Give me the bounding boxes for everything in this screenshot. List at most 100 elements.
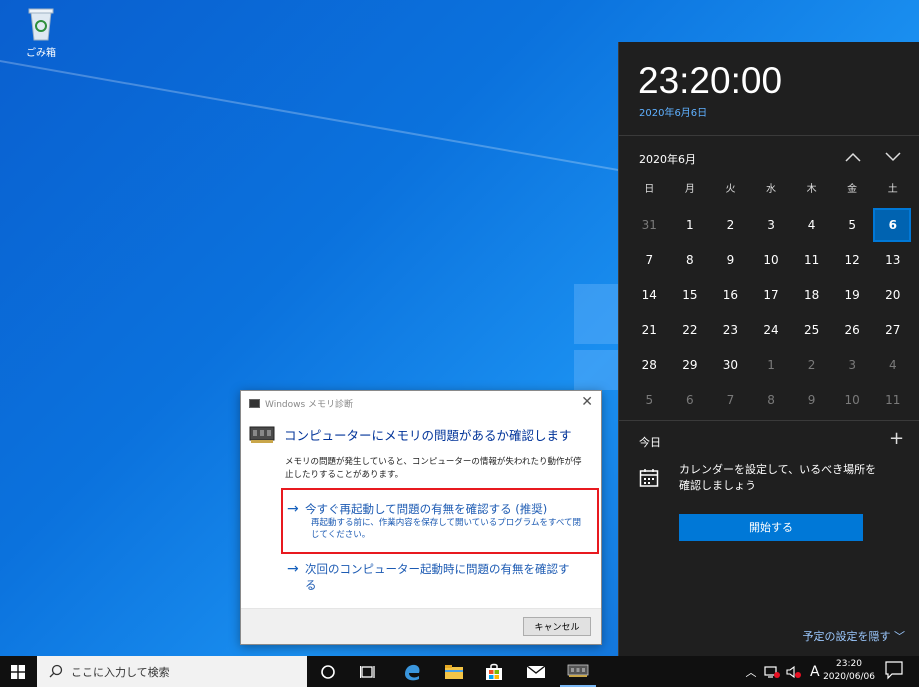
recycle-bin-label: ごみ箱 (26, 48, 56, 59)
calendar-day[interactable]: 15 (670, 278, 711, 313)
calendar-day[interactable]: 20 (872, 278, 913, 313)
calendar-day[interactable]: 3 (751, 208, 792, 243)
calendar-day[interactable]: 7 (710, 383, 751, 418)
calendar-day[interactable]: 9 (791, 383, 832, 418)
calendar-day[interactable]: 25 (791, 313, 832, 348)
calendar-day[interactable]: 2 (710, 208, 751, 243)
calendar-day[interactable]: 31 (629, 208, 670, 243)
show-hidden-icons-chevron-icon[interactable]: ︿ (742, 664, 760, 680)
calendar-day[interactable]: 17 (751, 278, 792, 313)
taskbar-clock[interactable]: 23:20 2020/06/06 (818, 658, 880, 684)
calendar-day-number: 3 (848, 358, 856, 372)
calendar-month-label[interactable]: 2020年6月 (639, 151, 696, 167)
dialog-header: コンピューターにメモリの問題があるか確認します (241, 415, 601, 444)
calendar-day-number: 26 (844, 323, 860, 337)
calendar-day[interactable]: 5 (629, 383, 670, 418)
action-center-icon[interactable] (884, 660, 904, 680)
calendar-day[interactable]: 16 (710, 278, 751, 313)
search-placeholder: ここに入力して検索 (71, 666, 170, 679)
weekday-label: 土 (887, 184, 898, 195)
calendar-day[interactable]: 7 (629, 243, 670, 278)
system-tray: ︿ A (742, 656, 820, 687)
task-view-button[interactable] (350, 656, 386, 687)
calendar-day[interactable]: 4 (791, 208, 832, 243)
memory-diagnostic-taskbar-button[interactable] (560, 656, 596, 687)
add-event-icon[interactable]: + (889, 428, 904, 449)
calendar-day-number: 8 (767, 393, 775, 407)
calendar-day[interactable]: 8 (670, 243, 711, 278)
calendar-day[interactable]: 19 (832, 278, 873, 313)
agenda-title: 今日 (639, 436, 661, 449)
calendar-day[interactable]: 4 (872, 348, 913, 383)
arrow-right-icon: → (287, 561, 299, 577)
calendar-day[interactable]: 1 (751, 348, 792, 383)
calendar-day-number: 20 (885, 288, 901, 302)
calendar-days: 31 1 2 3 4 5 6 7 8 9 10 11 12 13 14 15 16 17 18 19 20 21 22 23 2… (629, 208, 913, 418)
calendar-day[interactable]: 3 (832, 348, 873, 383)
calendar-day[interactable]: 26 (832, 313, 873, 348)
search-icon (49, 664, 63, 678)
calendar-day[interactable]: 10 (832, 383, 873, 418)
calendar-day-number: 13 (885, 253, 901, 267)
calendar-day[interactable]: 13 (872, 243, 913, 278)
calendar-day-today[interactable]: 6 (872, 208, 913, 243)
check-next-startup-option[interactable]: → 次回のコンピューター起動時に問題の有無を確認する (285, 561, 585, 593)
divider (619, 135, 919, 136)
calendar-day[interactable]: 23 (710, 313, 751, 348)
hide-schedule-link[interactable]: 予定の設定を隠す ﹀ (803, 628, 906, 644)
restart-now-detail: 再起動する前に、作業内容を保存して開いているプログラムをすべて閉じてください。 (311, 518, 582, 540)
calendar-day[interactable]: 24 (751, 313, 792, 348)
dialog-title: Windows メモリ診断 (265, 399, 354, 410)
dialog-titlebar[interactable]: Windows メモリ診断 (241, 391, 601, 415)
chevron-up-icon[interactable] (845, 152, 861, 162)
file-explorer-button[interactable] (436, 656, 472, 687)
dialog-heading: コンピューターにメモリの問題があるか確認します (284, 427, 572, 443)
chevron-down-icon: ﹀ (894, 630, 905, 643)
speaker-muted-icon[interactable] (786, 665, 802, 679)
store-button[interactable] (476, 656, 512, 687)
calendar-day[interactable]: 29 (670, 348, 711, 383)
cortana-button[interactable] (310, 656, 346, 687)
calendar-day-number: 27 (885, 323, 901, 337)
calendar-day[interactable]: 30 (710, 348, 751, 383)
calendar-day[interactable]: 21 (629, 313, 670, 348)
mail-envelope-icon (526, 664, 546, 678)
calendar-day[interactable]: 11 (791, 243, 832, 278)
weekday-label: 木 (806, 184, 817, 195)
folder-icon (445, 664, 463, 679)
calendar-day[interactable]: 2 (791, 348, 832, 383)
calendar-day[interactable]: 14 (629, 278, 670, 313)
calendar-day-number: 7 (726, 393, 735, 407)
restart-now-option[interactable]: → 今すぐ再起動して問題の有無を確認する (推奨) 再起動する前に、作業内容を保… (285, 501, 585, 541)
calendar-day[interactable]: 28 (629, 348, 670, 383)
chevron-down-icon[interactable] (885, 152, 901, 162)
taskbar-search[interactable]: ここに入力して検索 (37, 656, 307, 687)
calendar-week-row: 5 6 7 8 9 10 11 (629, 383, 913, 418)
calendar-day-number: 10 (763, 253, 779, 267)
calendar-day[interactable]: 9 (710, 243, 751, 278)
weekday-label: 金 (847, 184, 858, 195)
calendar-day-number: 31 (641, 218, 657, 232)
task-view-icon (360, 665, 375, 678)
calendar-day[interactable]: 5 (832, 208, 873, 243)
calendar-day[interactable]: 18 (791, 278, 832, 313)
start-button[interactable] (0, 656, 36, 687)
mail-button[interactable] (518, 656, 554, 687)
calendar-day[interactable]: 1 (670, 208, 711, 243)
calendar-day[interactable]: 22 (670, 313, 711, 348)
calendar-day[interactable]: 10 (751, 243, 792, 278)
calendar-day-number: 6 (686, 393, 694, 407)
calendar-day[interactable]: 11 (872, 383, 913, 418)
recycle-bin-shortcut[interactable]: ごみ箱 (18, 6, 64, 59)
network-disconnected-icon[interactable] (764, 665, 780, 679)
edge-button[interactable] (394, 656, 430, 687)
close-icon[interactable]: ✕ (581, 394, 593, 410)
cancel-button[interactable]: キャンセル (523, 617, 591, 636)
calendar-day[interactable]: 27 (872, 313, 913, 348)
flyout-date-link[interactable]: 2020年6月6日 (639, 104, 707, 119)
calendar-day[interactable]: 12 (832, 243, 873, 278)
calendar-day[interactable]: 8 (751, 383, 792, 418)
get-started-button[interactable]: 開始する (679, 514, 863, 541)
calendar-day[interactable]: 6 (670, 383, 711, 418)
taskbar: ここに入力して検索 ︿ A 23:20 2020/06/06 (0, 656, 919, 687)
